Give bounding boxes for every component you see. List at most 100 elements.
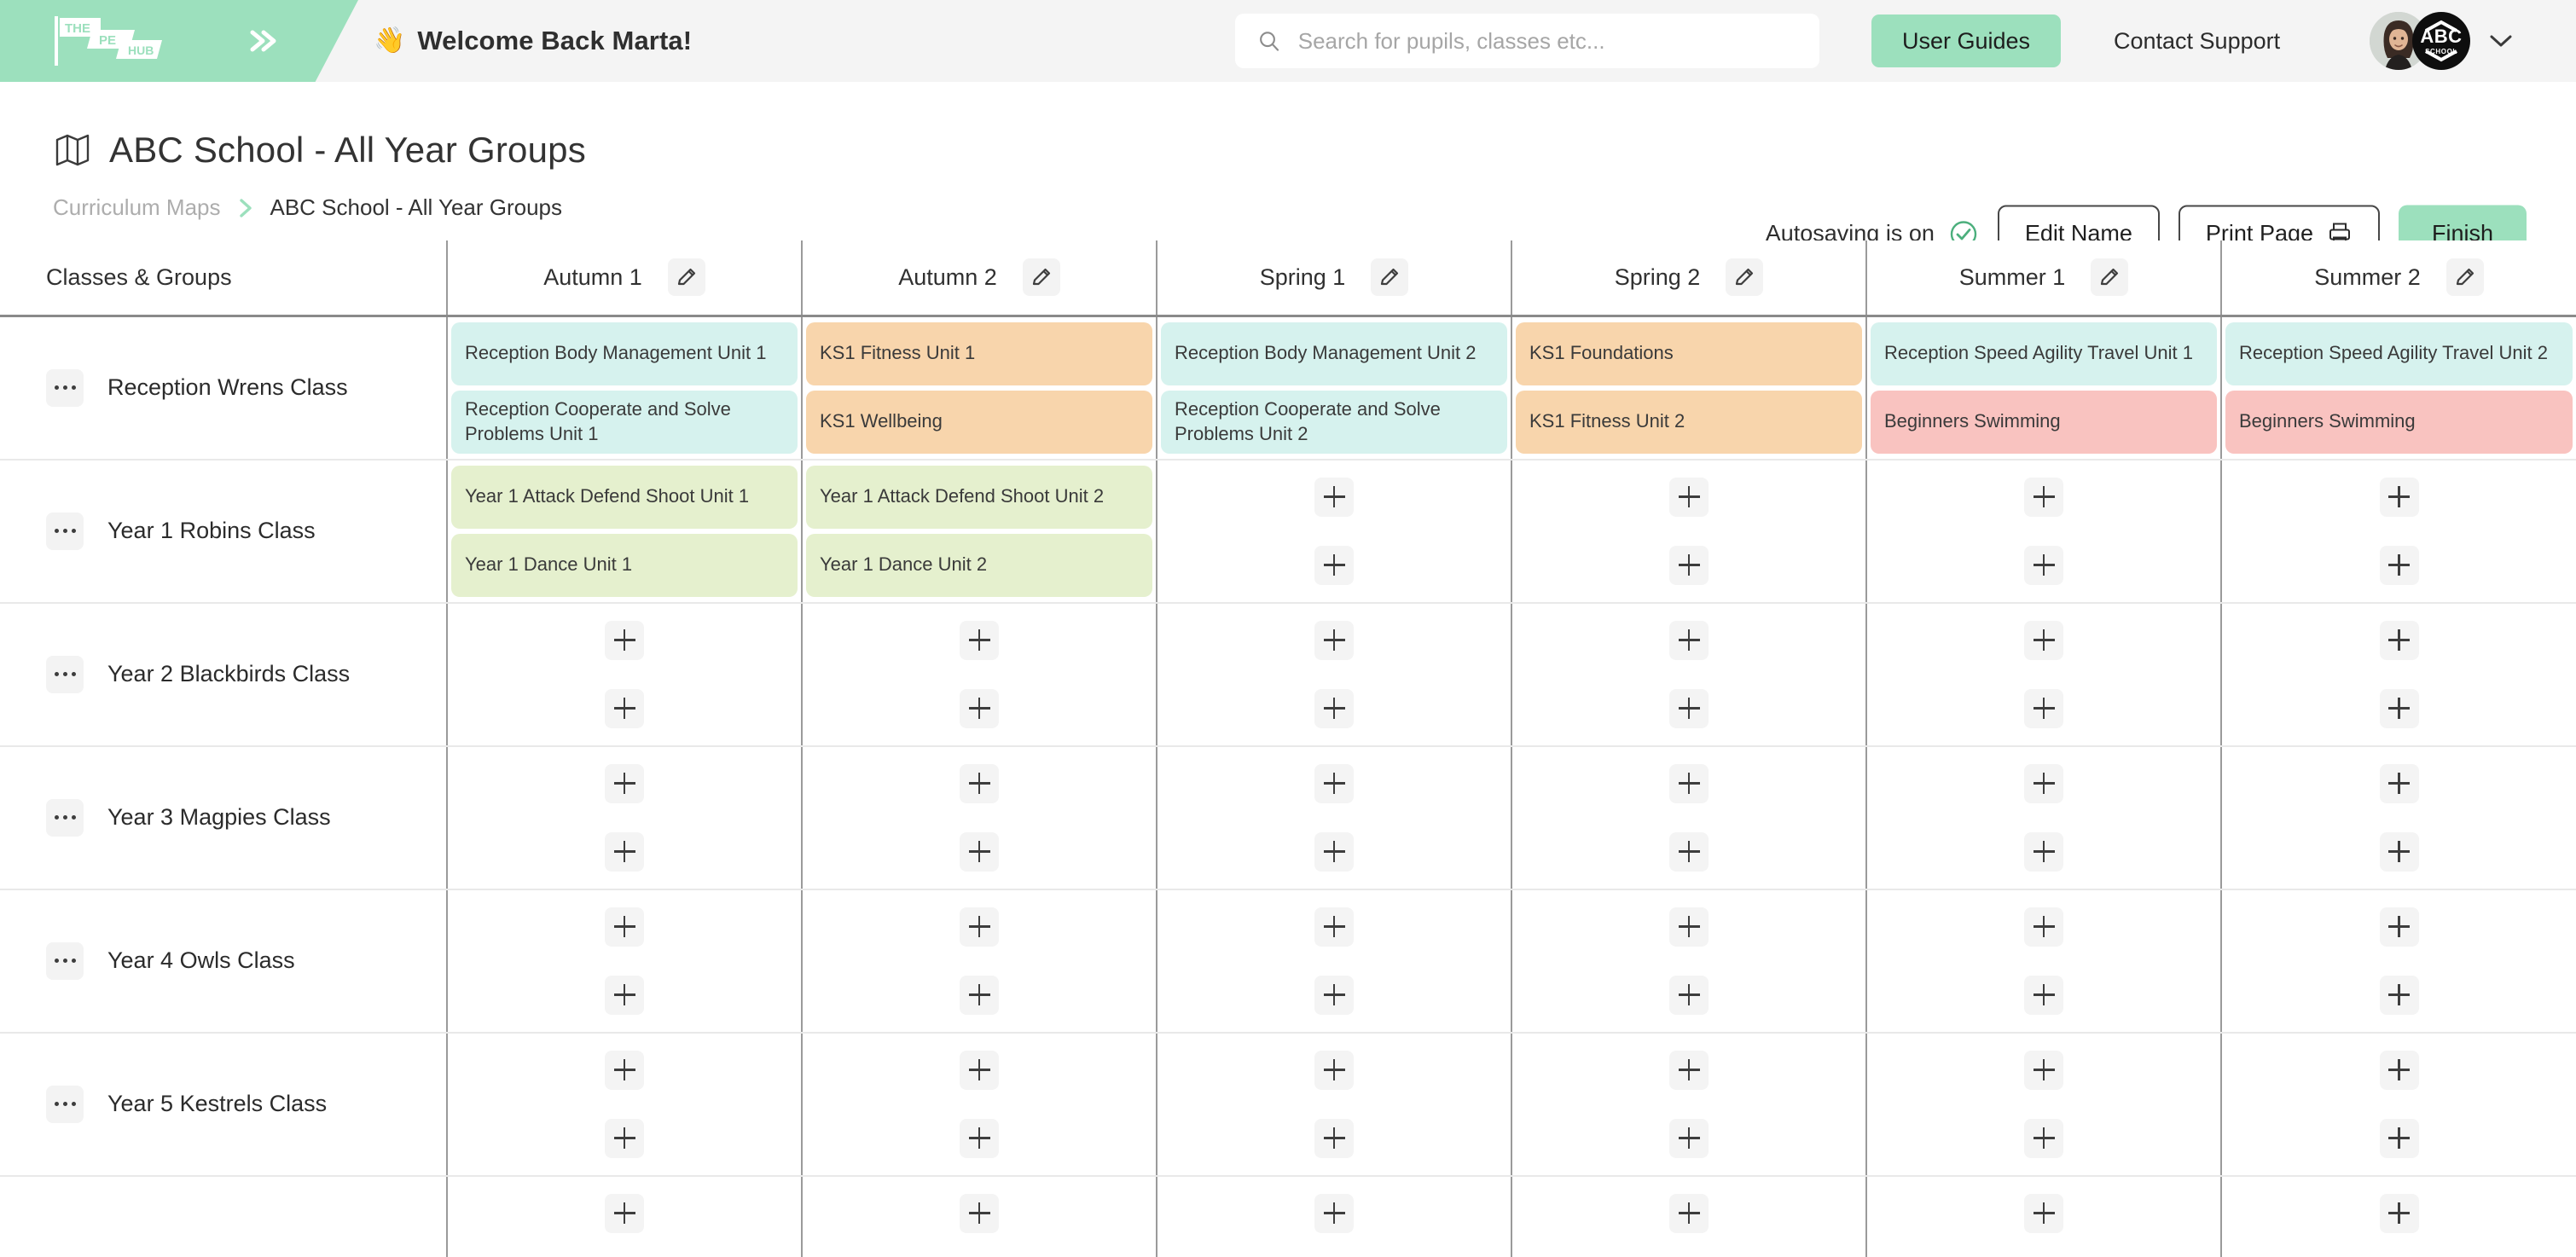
unit-chip[interactable]: Reception Cooperate and Solve Problems U…: [1161, 391, 1507, 454]
user-guides-button[interactable]: User Guides: [1871, 14, 2061, 67]
pencil-icon[interactable]: [668, 258, 705, 296]
unit-chip[interactable]: Year 1 Attack Defend Shoot Unit 2: [806, 466, 1152, 529]
breadcrumb-root[interactable]: Curriculum Maps: [53, 194, 221, 221]
chevron-down-icon[interactable]: [2487, 32, 2515, 50]
plus-icon[interactable]: [2024, 1119, 2063, 1158]
ellipsis-icon[interactable]: [46, 1086, 84, 1123]
plus-icon[interactable]: [605, 621, 644, 660]
double-chevron-right-icon[interactable]: [244, 24, 281, 58]
plus-icon[interactable]: [2380, 1051, 2419, 1090]
unit-chip[interactable]: Reception Speed Agility Travel Unit 1: [1871, 322, 2217, 385]
plus-icon[interactable]: [2380, 1194, 2419, 1233]
plus-icon[interactable]: [1669, 1051, 1709, 1090]
plus-icon[interactable]: [1314, 1194, 1354, 1233]
ellipsis-icon[interactable]: [46, 656, 84, 693]
unit-chip[interactable]: KS1 Foundations: [1516, 322, 1862, 385]
plus-icon[interactable]: [2380, 689, 2419, 728]
pencil-icon[interactable]: [2091, 258, 2128, 296]
unit-chip[interactable]: KS1 Fitness Unit 1: [806, 322, 1152, 385]
plus-icon[interactable]: [1314, 907, 1354, 947]
unit-chip[interactable]: KS1 Fitness Unit 2: [1516, 391, 1862, 454]
plus-icon[interactable]: [605, 976, 644, 1015]
pencil-icon[interactable]: [2446, 258, 2484, 296]
plus-icon[interactable]: [2024, 976, 2063, 1015]
plus-icon[interactable]: [2024, 621, 2063, 660]
plus-icon[interactable]: [2024, 764, 2063, 803]
plus-icon[interactable]: [1314, 832, 1354, 872]
ellipsis-icon[interactable]: [46, 369, 84, 407]
ellipsis-icon[interactable]: [46, 799, 84, 837]
plus-icon[interactable]: [605, 1194, 644, 1233]
plus-icon[interactable]: [960, 832, 999, 872]
plus-icon[interactable]: [960, 1194, 999, 1233]
plus-icon[interactable]: [960, 907, 999, 947]
plus-icon[interactable]: [1669, 907, 1709, 947]
plus-icon[interactable]: [960, 621, 999, 660]
unit-chip[interactable]: Beginners Swimming: [1871, 391, 2217, 454]
plus-icon[interactable]: [2024, 478, 2063, 517]
plus-icon[interactable]: [2024, 1051, 2063, 1090]
plus-icon[interactable]: [1314, 976, 1354, 1015]
plus-icon[interactable]: [1669, 764, 1709, 803]
pencil-icon[interactable]: [1023, 258, 1060, 296]
ellipsis-icon[interactable]: [46, 513, 84, 550]
plus-icon[interactable]: [1314, 1119, 1354, 1158]
plus-icon[interactable]: [1669, 1194, 1709, 1233]
plus-icon[interactable]: [605, 1051, 644, 1090]
plus-icon[interactable]: [1669, 621, 1709, 660]
unit-chip[interactable]: Reception Speed Agility Travel Unit 2: [2225, 322, 2573, 385]
plus-icon[interactable]: [2380, 907, 2419, 947]
unit-chip[interactable]: Year 1 Dance Unit 2: [806, 534, 1152, 597]
plus-icon[interactable]: [2380, 478, 2419, 517]
plus-icon[interactable]: [2380, 546, 2419, 585]
plus-icon[interactable]: [960, 764, 999, 803]
plus-icon[interactable]: [2380, 621, 2419, 660]
plus-icon[interactable]: [1669, 1119, 1709, 1158]
ellipsis-icon[interactable]: [46, 942, 84, 980]
plus-icon[interactable]: [2380, 764, 2419, 803]
plus-icon[interactable]: [605, 689, 644, 728]
unit-chip[interactable]: Reception Body Management Unit 2: [1161, 322, 1507, 385]
unit-chip[interactable]: Year 1 Attack Defend Shoot Unit 1: [451, 466, 798, 529]
plus-icon[interactable]: [2380, 1119, 2419, 1158]
plus-icon[interactable]: [960, 689, 999, 728]
plus-icon[interactable]: [960, 1051, 999, 1090]
plus-icon[interactable]: [1314, 689, 1354, 728]
plus-icon[interactable]: [1314, 1051, 1354, 1090]
school-badge[interactable]: ABC SCHOOL: [2412, 12, 2470, 70]
plus-icon[interactable]: [960, 976, 999, 1015]
search-input[interactable]: [1298, 28, 1797, 55]
pencil-icon[interactable]: [1726, 258, 1763, 296]
plus-icon[interactable]: [2024, 1194, 2063, 1233]
plus-icon[interactable]: [1314, 478, 1354, 517]
plus-icon[interactable]: [2024, 832, 2063, 872]
unit-chip[interactable]: Reception Cooperate and Solve Problems U…: [451, 391, 798, 454]
plus-icon[interactable]: [605, 832, 644, 872]
unit-chip[interactable]: KS1 Wellbeing: [806, 391, 1152, 454]
plus-icon[interactable]: [605, 1119, 644, 1158]
plus-icon[interactable]: [2024, 689, 2063, 728]
plus-icon[interactable]: [2380, 976, 2419, 1015]
plus-icon[interactable]: [1314, 764, 1354, 803]
unit-chip[interactable]: Beginners Swimming: [2225, 391, 2573, 454]
plus-icon[interactable]: [1314, 621, 1354, 660]
plus-icon[interactable]: [2024, 907, 2063, 947]
plus-icon[interactable]: [1669, 832, 1709, 872]
plus-icon[interactable]: [605, 907, 644, 947]
account-menu[interactable]: ABC SCHOOL: [2370, 12, 2515, 70]
plus-icon[interactable]: [1669, 689, 1709, 728]
plus-icon[interactable]: [960, 1119, 999, 1158]
plus-icon[interactable]: [2024, 546, 2063, 585]
pe-hub-logo[interactable]: THE PE HUB: [49, 14, 169, 67]
plus-icon[interactable]: [1669, 976, 1709, 1015]
plus-icon[interactable]: [1669, 478, 1709, 517]
unit-chip[interactable]: Reception Body Management Unit 1: [451, 322, 798, 385]
plus-icon[interactable]: [605, 764, 644, 803]
pencil-icon[interactable]: [1371, 258, 1408, 296]
plus-icon[interactable]: [1314, 546, 1354, 585]
search-bar[interactable]: [1235, 14, 1819, 68]
unit-chip[interactable]: Year 1 Dance Unit 1: [451, 534, 798, 597]
plus-icon[interactable]: [2380, 832, 2419, 872]
contact-support-link[interactable]: Contact Support: [2114, 28, 2280, 55]
plus-icon[interactable]: [1669, 546, 1709, 585]
